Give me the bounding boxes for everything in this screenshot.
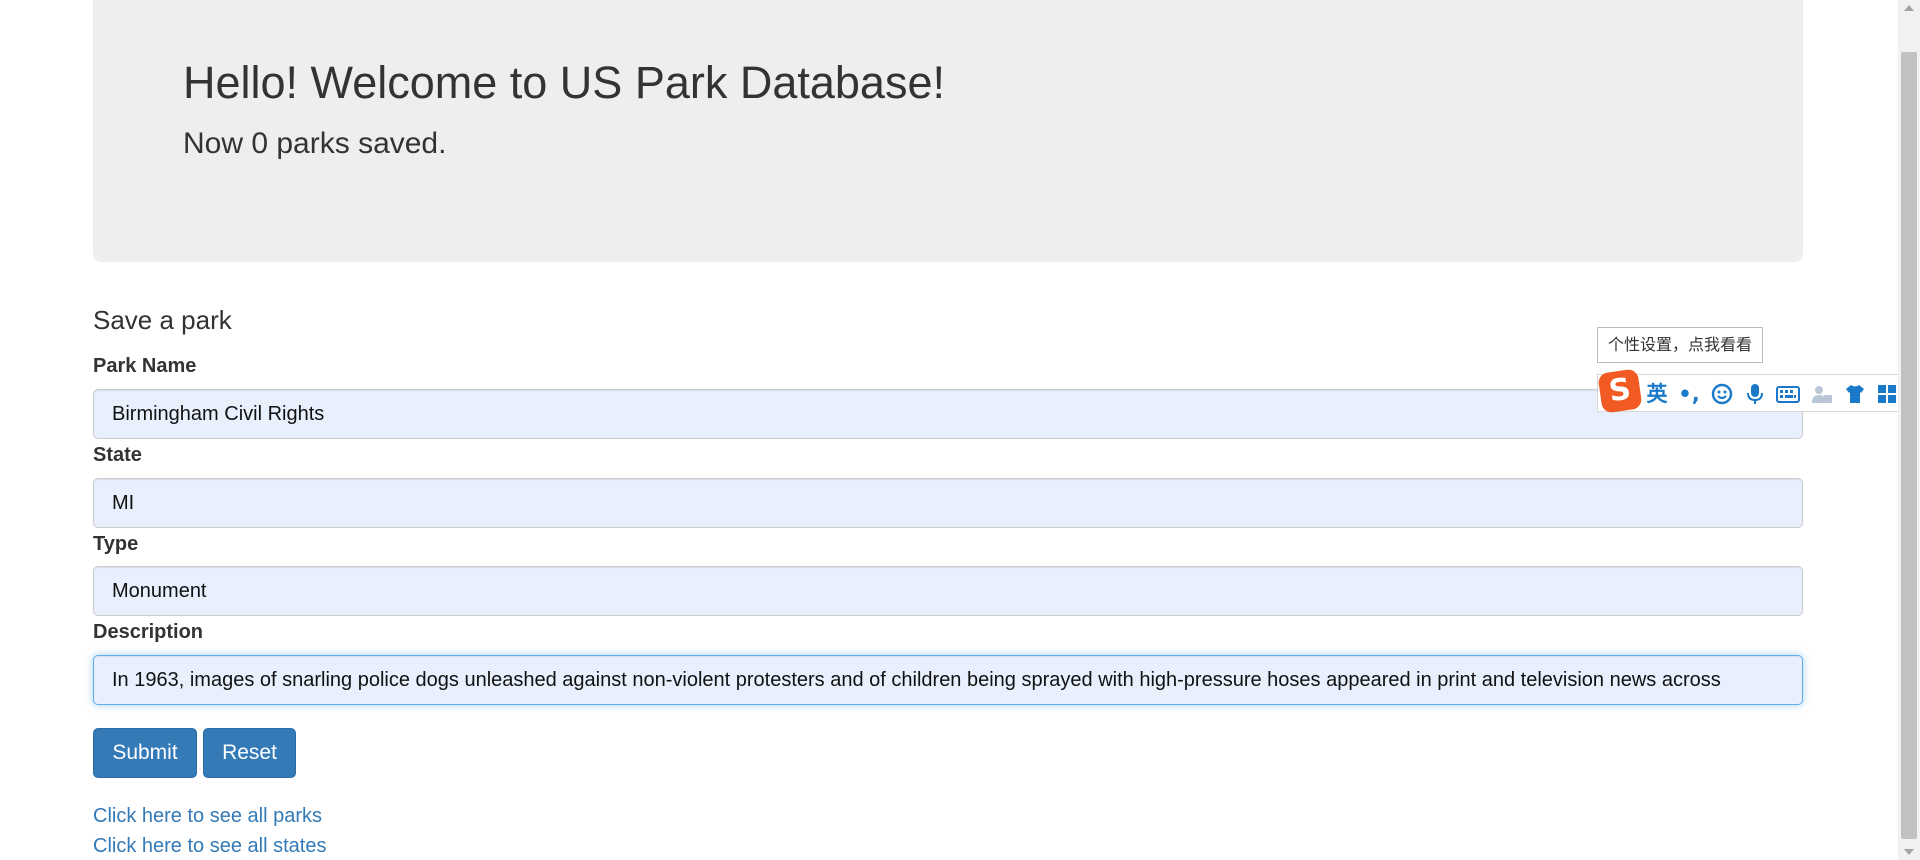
skin-shirt-icon[interactable] [1842, 381, 1868, 407]
park-name-input[interactable] [93, 389, 1803, 439]
description-label: Description [93, 621, 204, 643]
state-input[interactable] [93, 478, 1803, 528]
vertical-scrollbar[interactable] [1898, 0, 1920, 860]
saved-count-text: Now 0 parks saved. [183, 127, 447, 160]
ime-toolbar: S 英 •, [1597, 368, 1909, 414]
page: Hello! Welcome to US Park Database! Now … [0, 0, 1920, 860]
type-label: Type [93, 533, 139, 555]
punctuation-icon[interactable]: •, [1676, 381, 1702, 407]
all-parks-link[interactable]: Click here to see all parks [93, 805, 322, 828]
submit-button[interactable]: Submit [93, 728, 197, 778]
scroll-down-arrow-icon[interactable] [1904, 849, 1914, 855]
ime-settings-tooltip: 个性设置，点我看看 [1597, 327, 1764, 363]
keyboard-icon[interactable] [1775, 381, 1801, 407]
toolbox-grid-icon[interactable] [1874, 381, 1900, 407]
type-input[interactable] [93, 566, 1803, 616]
jumbotron: Hello! Welcome to US Park Database! Now … [93, 0, 1803, 262]
park-name-label: Park Name [93, 355, 197, 377]
description-input[interactable] [93, 655, 1803, 705]
emoji-icon[interactable] [1709, 381, 1735, 407]
sogou-logo-icon[interactable]: S [1597, 368, 1643, 414]
user-icon[interactable] [1809, 381, 1835, 407]
page-title: Hello! Welcome to US Park Database! [183, 57, 945, 108]
form-title: Save a park [93, 305, 232, 335]
all-states-link[interactable]: Click here to see all states [93, 835, 326, 858]
scroll-up-arrow-icon[interactable] [1904, 5, 1914, 11]
chinese-english-toggle-icon[interactable]: 英 [1644, 381, 1670, 407]
state-label: State [93, 444, 142, 466]
scroll-thumb[interactable] [1901, 52, 1917, 839]
reset-button[interactable]: Reset [203, 728, 296, 778]
main-container: Hello! Welcome to US Park Database! Now … [93, 0, 1803, 857]
microphone-icon[interactable] [1742, 381, 1768, 407]
